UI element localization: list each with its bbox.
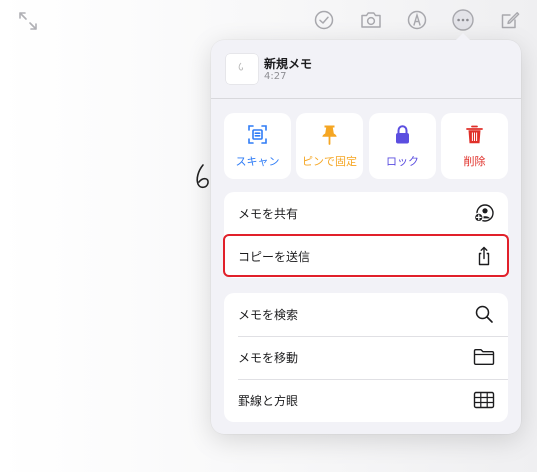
share-note-item[interactable]: メモを共有 bbox=[224, 192, 508, 235]
markup-icon[interactable] bbox=[406, 9, 428, 31]
pin-label: ピンで固定 bbox=[302, 155, 357, 168]
note-thumbnail bbox=[226, 54, 258, 84]
more-icon[interactable] bbox=[451, 8, 475, 32]
camera-icon[interactable] bbox=[359, 9, 383, 31]
pin-icon bbox=[322, 125, 337, 145]
share-note-label: メモを共有 bbox=[238, 207, 299, 221]
search-icon bbox=[475, 305, 493, 323]
find-in-note-label: メモを検索 bbox=[238, 308, 299, 322]
lock-icon bbox=[396, 125, 409, 144]
move-note-item[interactable]: メモを移動 bbox=[224, 336, 508, 379]
quick-actions: スキャン ピンで固定 ロック 削除 bbox=[224, 113, 508, 179]
note-time: 4:27 bbox=[264, 71, 287, 82]
tools-group: メモを検索 メモを移動 罫線と方眼 bbox=[224, 293, 508, 422]
lock-button[interactable]: ロック bbox=[369, 113, 436, 179]
compose-icon[interactable] bbox=[499, 9, 521, 31]
checklist-icon[interactable] bbox=[313, 9, 335, 31]
trash-icon bbox=[466, 125, 483, 144]
scan-icon bbox=[248, 125, 267, 144]
find-in-note-item[interactable]: メモを検索 bbox=[224, 293, 508, 336]
note-title: 新規メモ bbox=[264, 57, 313, 71]
folder-icon bbox=[473, 349, 495, 365]
scan-button[interactable]: スキャン bbox=[224, 113, 291, 179]
highlight-box bbox=[223, 234, 509, 277]
scan-label: スキャン bbox=[235, 155, 280, 168]
pin-button[interactable]: ピンで固定 bbox=[296, 113, 363, 179]
lines-and-grids-item[interactable]: 罫線と方眼 bbox=[224, 379, 508, 422]
grid-icon bbox=[473, 391, 495, 409]
delete-label: 削除 bbox=[463, 155, 486, 168]
expand-icon[interactable] bbox=[17, 10, 39, 32]
delete-button[interactable]: 削除 bbox=[441, 113, 508, 179]
note-header: 新規メモ 4:27 bbox=[211, 40, 521, 98]
lock-label: ロック bbox=[386, 155, 419, 168]
person-add-icon bbox=[474, 204, 494, 223]
move-note-label: メモを移動 bbox=[238, 351, 299, 365]
lines-and-grids-label: 罫線と方眼 bbox=[238, 394, 299, 408]
divider bbox=[211, 98, 521, 99]
